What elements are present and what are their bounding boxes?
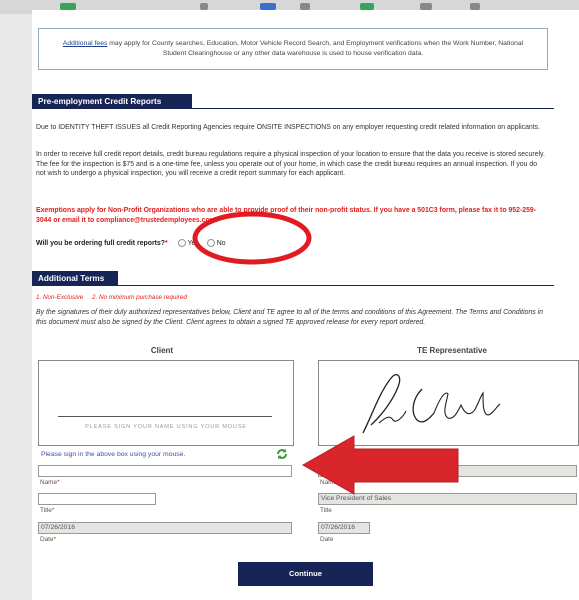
annotation-overlay — [192, 211, 459, 495]
highlight-ellipse — [192, 211, 312, 265]
pointer-arrow — [301, 435, 459, 495]
